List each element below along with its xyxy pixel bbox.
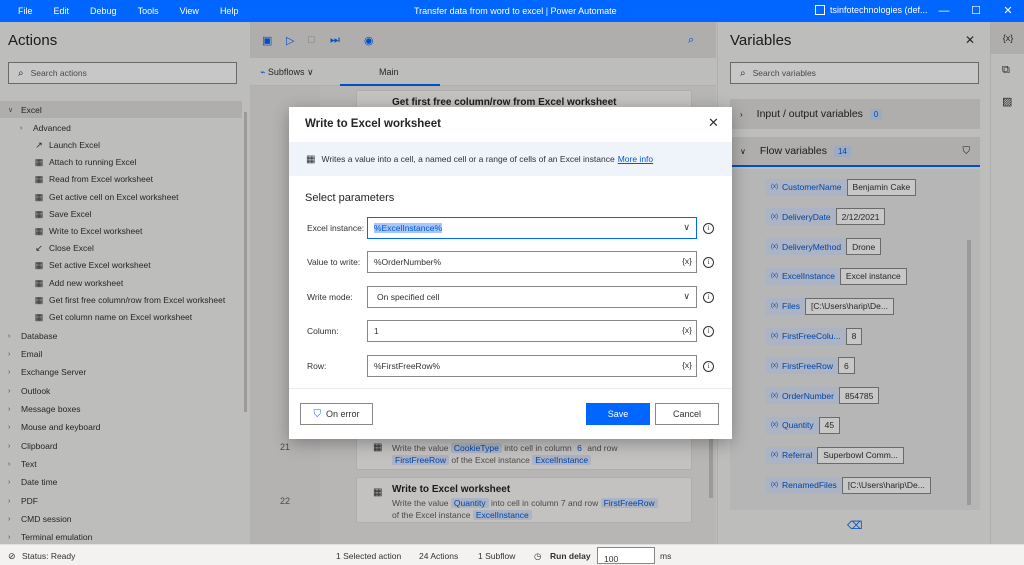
title-bar: File Edit Debug Tools View Help Transfer… <box>0 0 1024 22</box>
write-to-excel-dialog: Write to Excel worksheet ✕ ▦ Writes a va… <box>289 107 732 439</box>
close-window-button[interactable]: ✕ <box>992 0 1024 22</box>
value-to-write-value: %OrderNumber% <box>374 257 442 267</box>
row-label: Row: <box>307 361 327 371</box>
excel-instance-select[interactable]: %ExcelInstance% ∨ <box>367 217 697 239</box>
window-title: Transfer data from word to excel | Power… <box>414 6 617 16</box>
organization-icon <box>815 5 825 15</box>
more-info-link[interactable]: More info <box>618 154 653 164</box>
info-icon[interactable]: i <box>703 292 714 303</box>
value-to-write-label: Value to write: <box>307 257 361 267</box>
run-delay-unit: ms <box>660 551 672 561</box>
info-icon[interactable]: i <box>703 361 714 372</box>
cancel-button[interactable]: Cancel <box>655 403 719 425</box>
menu-view[interactable]: View <box>180 6 199 16</box>
dialog-title: Write to Excel worksheet <box>305 118 441 130</box>
excel-icon: ▦ <box>306 153 316 165</box>
close-icon[interactable]: ✕ <box>708 115 719 131</box>
run-delay-value: 100 <box>604 554 619 564</box>
status-text: Status: Ready <box>22 551 76 561</box>
run-delay-input[interactable]: 100 <box>597 547 655 564</box>
dialog-divider <box>289 388 732 389</box>
excel-instance-label: Excel instance: <box>307 223 365 233</box>
write-mode-select[interactable]: On specified cell ∨ <box>367 286 697 308</box>
write-mode-value: On specified cell <box>377 292 440 302</box>
status-bar: ⊘ Status: Ready 1 Selected action 24 Act… <box>0 544 1024 565</box>
menu-file[interactable]: File <box>18 6 33 16</box>
clock-icon: ◷ <box>534 551 542 561</box>
chevron-down-icon: ∨ <box>683 291 690 301</box>
run-delay-label: Run delay <box>550 551 591 561</box>
account-name: tsinfotechnologies (def... <box>830 5 928 15</box>
row-value: %FirstFreeRow% <box>374 361 441 371</box>
column-field[interactable]: 1 {x} <box>367 320 697 342</box>
excel-instance-value: %ExcelInstance% <box>374 223 443 233</box>
minimize-button[interactable]: — <box>928 0 960 22</box>
actions-count: 24 Actions <box>419 551 459 561</box>
dialog-description: Writes a value into a cell, a named cell… <box>321 154 615 164</box>
menu-bar: File Edit Debug Tools View Help <box>0 6 259 16</box>
column-label: Column: <box>307 326 339 336</box>
info-icon[interactable]: i <box>703 223 714 234</box>
maximize-button[interactable]: ☐ <box>960 0 992 22</box>
shield-icon: ⛉ <box>313 408 321 420</box>
account-switcher[interactable]: tsinfotechnologies (def... <box>815 5 928 15</box>
variable-picker-button[interactable]: {x} <box>682 360 692 370</box>
value-to-write-field[interactable]: %OrderNumber% {x} <box>367 251 697 273</box>
write-mode-label: Write mode: <box>307 292 353 302</box>
select-parameters-heading: Select parameters <box>305 192 395 204</box>
menu-tools[interactable]: Tools <box>138 6 159 16</box>
chevron-down-icon: ∨ <box>683 222 690 232</box>
info-icon[interactable]: i <box>703 257 714 268</box>
subflow-count: 1 Subflow <box>478 551 516 561</box>
dialog-description-band: ▦ Writes a value into a cell, a named ce… <box>289 142 732 176</box>
menu-edit[interactable]: Edit <box>54 6 70 16</box>
on-error-button[interactable]: ⛉ On error <box>300 403 373 425</box>
info-icon[interactable]: i <box>703 326 714 337</box>
row-field[interactable]: %FirstFreeRow% {x} <box>367 355 697 377</box>
variable-picker-button[interactable]: {x} <box>682 325 692 335</box>
menu-help[interactable]: Help <box>220 6 239 16</box>
column-value: 1 <box>374 326 379 336</box>
menu-debug[interactable]: Debug <box>90 6 117 16</box>
save-button[interactable]: Save <box>586 403 650 425</box>
selected-count: 1 Selected action <box>336 551 402 561</box>
status-ok-icon: ⊘ <box>8 551 16 561</box>
variable-picker-button[interactable]: {x} <box>682 256 692 266</box>
on-error-label: On error <box>325 409 360 419</box>
